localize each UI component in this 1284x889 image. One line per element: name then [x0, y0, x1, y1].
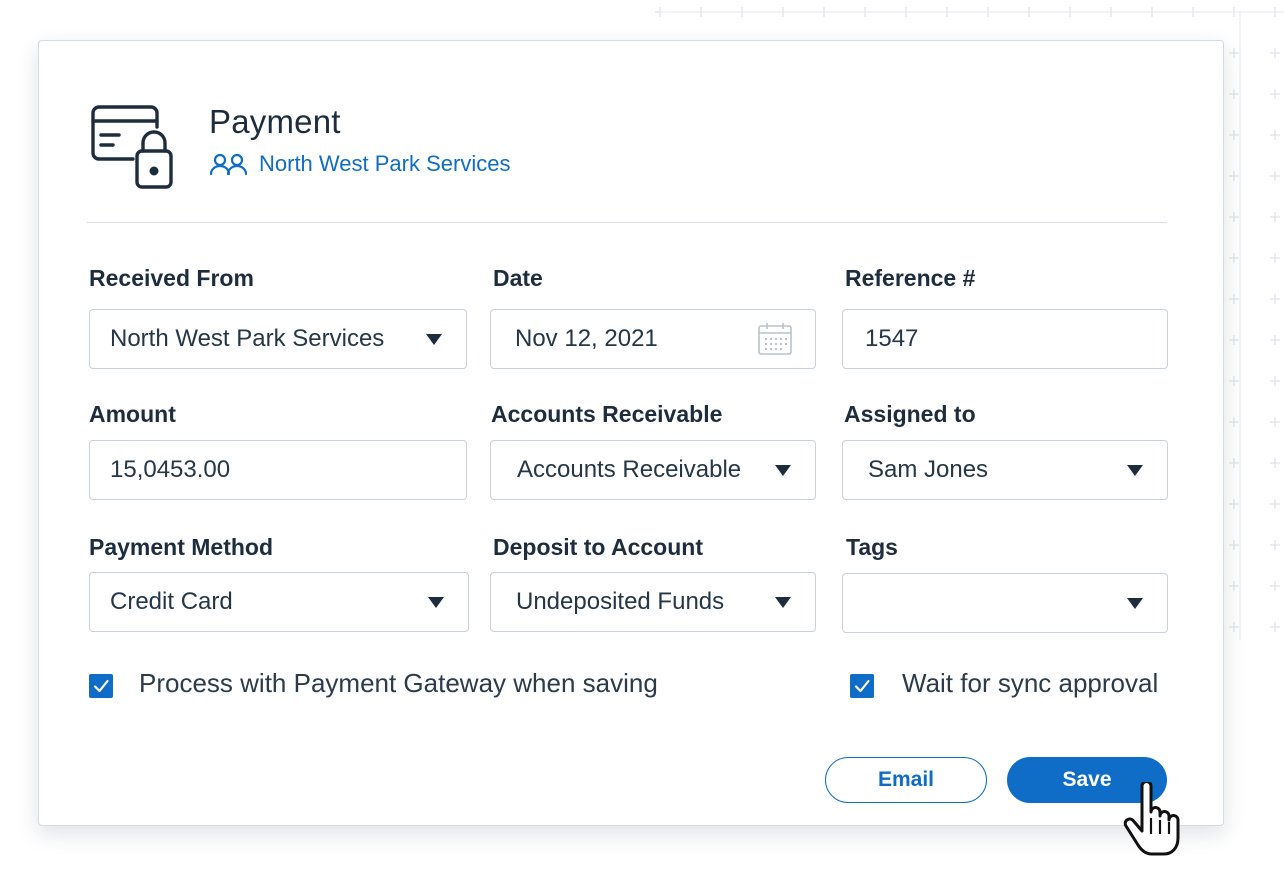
email-button[interactable]: Email — [825, 757, 987, 803]
chevron-down-icon — [426, 333, 442, 345]
amount-input[interactable]: 15,0453.00 — [89, 440, 467, 500]
sync-approval-checkbox[interactable] — [850, 674, 874, 698]
payment-dialog: Payment North West Park Services Receive… — [38, 40, 1224, 826]
customer-link[interactable]: North West Park Services — [209, 151, 510, 177]
deposit-to-select[interactable]: Undeposited Funds — [490, 572, 816, 632]
amount-label: Amount — [89, 401, 176, 427]
page-title: Payment — [209, 103, 341, 140]
chevron-down-icon — [1127, 597, 1143, 609]
header-divider — [87, 222, 1167, 223]
tags-label: Tags — [846, 534, 898, 560]
reference-label: Reference # — [845, 265, 976, 291]
reference-input[interactable]: 1547 — [842, 309, 1168, 369]
chevron-down-icon — [428, 596, 444, 608]
accounts-receivable-select[interactable]: Accounts Receivable — [490, 440, 816, 500]
deposit-to-label: Deposit to Account — [493, 534, 703, 560]
accounts-receivable-label: Accounts Receivable — [491, 401, 723, 427]
chevron-down-icon — [1127, 464, 1143, 476]
assigned-to-value: Sam Jones — [868, 456, 989, 483]
payment-method-label: Payment Method — [89, 534, 274, 560]
date-label: Date — [493, 265, 543, 291]
assigned-to-select[interactable]: Sam Jones — [842, 440, 1168, 500]
accounts-receivable-value: Accounts Receivable — [517, 456, 742, 483]
deposit-to-value: Undeposited Funds — [516, 588, 725, 615]
sync-approval-label[interactable]: Wait for sync approval — [902, 668, 1158, 699]
checkmark-icon — [854, 679, 870, 693]
received-from-label: Received From — [89, 265, 254, 291]
payment-method-select[interactable]: Credit Card — [89, 572, 469, 632]
amount-value: 15,0453.00 — [110, 456, 231, 483]
assigned-to-label: Assigned to — [844, 401, 976, 427]
calendar-icon[interactable] — [757, 321, 793, 357]
hand-pointer-icon — [1123, 782, 1180, 856]
date-field[interactable]: Nov 12, 2021 — [490, 309, 816, 369]
received-from-select[interactable]: North West Park Services — [89, 309, 467, 369]
checkmark-icon — [93, 679, 109, 693]
payment-method-value: Credit Card — [110, 588, 233, 615]
chevron-down-icon — [775, 596, 791, 608]
chevron-down-icon — [775, 464, 791, 476]
card-lock-icon — [91, 105, 173, 189]
payment-gateway-label[interactable]: Process with Payment Gateway when saving — [139, 668, 658, 699]
users-icon — [209, 153, 248, 176]
date-value: Nov 12, 2021 — [515, 325, 658, 352]
customer-link-label: North West Park Services — [259, 151, 511, 176]
reference-value: 1547 — [865, 325, 919, 352]
tags-select[interactable] — [842, 573, 1168, 633]
payment-gateway-checkbox[interactable] — [89, 674, 113, 698]
received-from-value: North West Park Services — [110, 325, 385, 352]
